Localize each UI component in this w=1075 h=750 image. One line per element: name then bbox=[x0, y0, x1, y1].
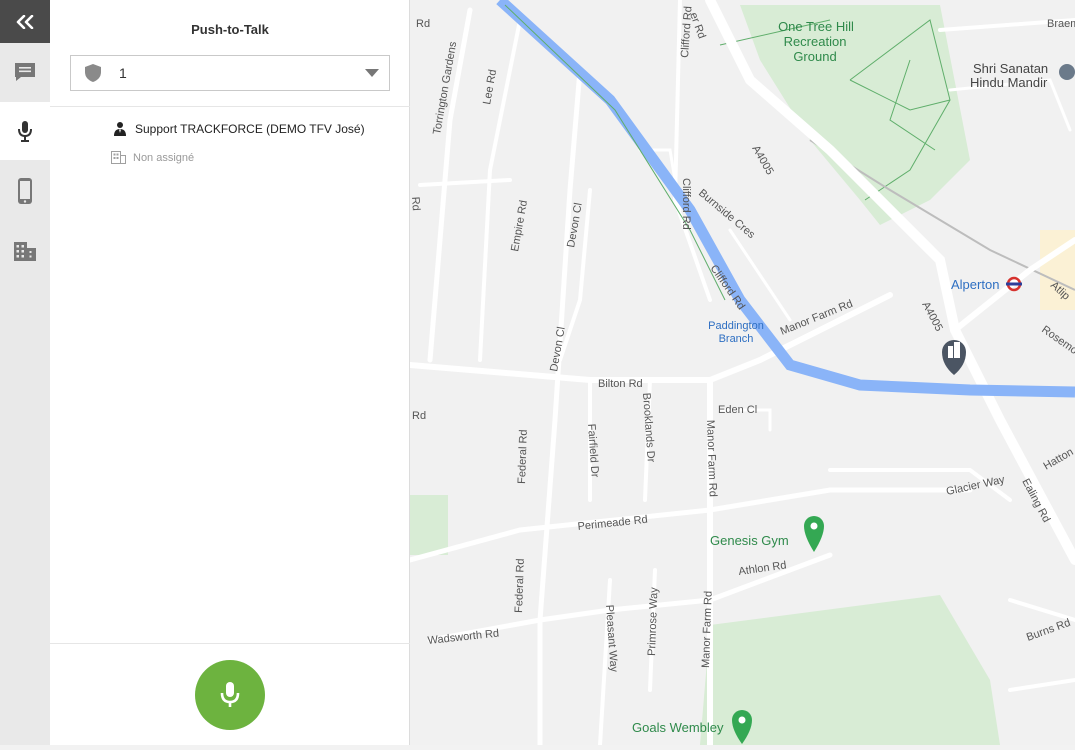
shield-icon bbox=[85, 64, 101, 82]
park-label-2: Recreation bbox=[784, 34, 847, 49]
street-label: Bilton Rd bbox=[598, 378, 643, 390]
chevron-down-icon[interactable] bbox=[365, 69, 379, 77]
chat-icon[interactable] bbox=[0, 43, 50, 101]
poi-alperton: Alperton bbox=[951, 277, 999, 292]
building-icon bbox=[111, 151, 126, 164]
group-select[interactable]: 1 bbox=[70, 55, 390, 91]
member-assignment: Non assigné bbox=[111, 151, 194, 164]
street-label: Clifford Rd bbox=[680, 178, 692, 230]
street-label: Federal Rd bbox=[513, 558, 527, 613]
street-label: Rd bbox=[412, 410, 426, 422]
street-label: Glacier Way bbox=[945, 474, 1006, 498]
microphone-icon bbox=[220, 682, 240, 707]
collapse-icon[interactable] bbox=[0, 0, 50, 43]
street-label: Braem bbox=[1047, 18, 1075, 30]
street-label: A4005 bbox=[919, 300, 945, 334]
push-to-talk-panel: Push-to-Talk 1 Support TRACKFORCE (DEMO … bbox=[50, 0, 410, 745]
poi-goals-wembley: Goals Wembley bbox=[632, 720, 724, 735]
street-label: Perimeade Rd bbox=[577, 514, 648, 533]
panel-title: Push-to-Talk bbox=[191, 22, 269, 37]
street-label: A4005 bbox=[749, 144, 775, 178]
poi-paddington-1: Paddington bbox=[708, 320, 764, 332]
member-assignment-label: Non assigné bbox=[133, 151, 195, 164]
group-select-value: 1 bbox=[119, 65, 127, 81]
park-west bbox=[410, 495, 448, 555]
icon-rail bbox=[0, 0, 50, 750]
street-label: Brooklands Dr bbox=[640, 392, 657, 463]
street-label: Empire Rd bbox=[509, 199, 530, 252]
poi-genesis-gym: Genesis Gym bbox=[710, 533, 789, 548]
street-label: Lee Rd bbox=[481, 68, 499, 105]
street-label: Eden Cl bbox=[718, 404, 757, 416]
street-label: Rd bbox=[416, 18, 430, 30]
building-icon[interactable] bbox=[0, 222, 50, 280]
park-label-1: One Tree Hill bbox=[778, 19, 854, 34]
map-pin-icon bbox=[804, 516, 824, 552]
microphone-icon[interactable] bbox=[0, 102, 50, 160]
park-label-3: Ground bbox=[793, 49, 836, 64]
user-icon bbox=[114, 122, 126, 136]
poi-paddington-2: Branch bbox=[719, 333, 754, 345]
poi-mandir-2: Hindu Mandir bbox=[970, 75, 1048, 90]
member-item[interactable]: Support TRACKFORCE (DEMO TFV José) bbox=[112, 121, 365, 137]
street-label: Hatton bbox=[1042, 446, 1075, 473]
street-label: Rosemo bbox=[1039, 324, 1075, 357]
map-canvas: One Tree Hill Recreation Ground Shri San… bbox=[410, 0, 1075, 745]
panel-footer bbox=[50, 643, 410, 745]
street-label: Primrose Way bbox=[646, 587, 660, 657]
bottom-strip bbox=[0, 745, 1075, 750]
street-label: Wadsworth Rd bbox=[427, 628, 500, 647]
street-label: Rd bbox=[410, 196, 422, 211]
site-marker-icon[interactable] bbox=[942, 340, 966, 375]
park-one-tree-hill bbox=[740, 5, 970, 225]
street-label: Clifford Rd bbox=[679, 6, 695, 58]
poi-mandir-1: Shri Sanatan bbox=[973, 61, 1048, 76]
member-name: Support TRACKFORCE (DEMO TFV José) bbox=[135, 122, 365, 136]
push-to-talk-button[interactable] bbox=[195, 660, 265, 730]
temple-icon bbox=[1059, 64, 1075, 80]
phone-icon[interactable] bbox=[0, 162, 50, 220]
street-label: Fairfield Dr bbox=[585, 423, 601, 478]
map-view[interactable]: One Tree Hill Recreation Ground Shri San… bbox=[410, 0, 1075, 745]
canal-towpath bbox=[504, 4, 726, 301]
divider bbox=[50, 106, 410, 107]
street-label: Federal Rd bbox=[516, 429, 530, 484]
street-label: Manor Farm Rd bbox=[704, 420, 719, 497]
street-label: Burns Rd bbox=[1025, 617, 1072, 644]
